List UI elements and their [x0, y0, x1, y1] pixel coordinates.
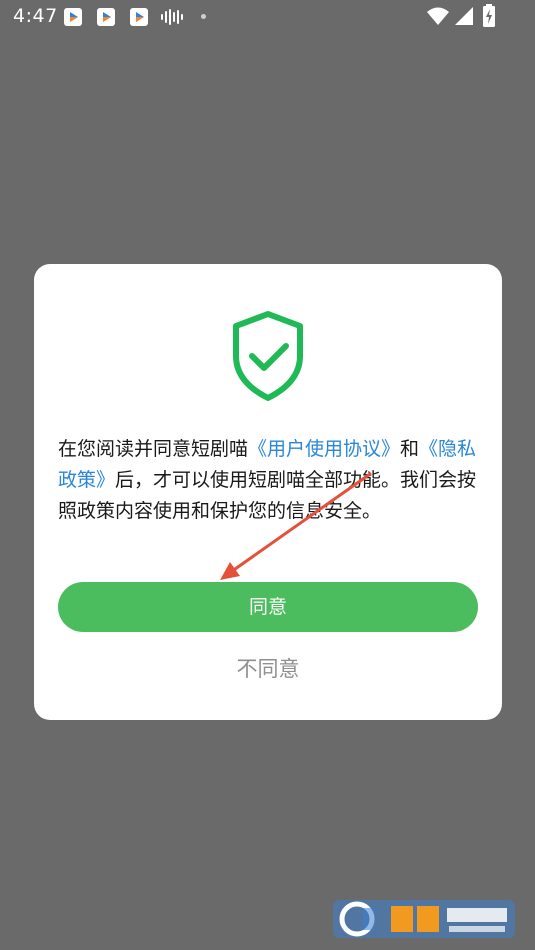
message-text: 和	[400, 438, 420, 460]
message-text: 在您阅读并同意短剧喵	[58, 438, 249, 460]
app-icon	[97, 8, 115, 26]
sound-wave-icon	[161, 9, 183, 25]
app-icon	[130, 8, 148, 26]
signal-icon	[455, 7, 473, 25]
status-time: 4:47	[13, 5, 58, 27]
agree-button[interactable]: 同意	[58, 582, 478, 632]
battery-charging-icon	[483, 4, 495, 27]
watermark-logo	[333, 900, 515, 938]
wifi-icon	[427, 7, 449, 25]
app-icon	[64, 8, 82, 26]
user-agreement-link[interactable]: 《用户使用协议》	[248, 438, 400, 460]
annotation-arrow-icon	[220, 472, 372, 580]
disagree-button[interactable]: 不同意	[58, 647, 478, 691]
shield-check-icon	[233, 311, 303, 401]
dot-icon	[201, 14, 206, 19]
status-bar: 4:47	[0, 0, 535, 34]
